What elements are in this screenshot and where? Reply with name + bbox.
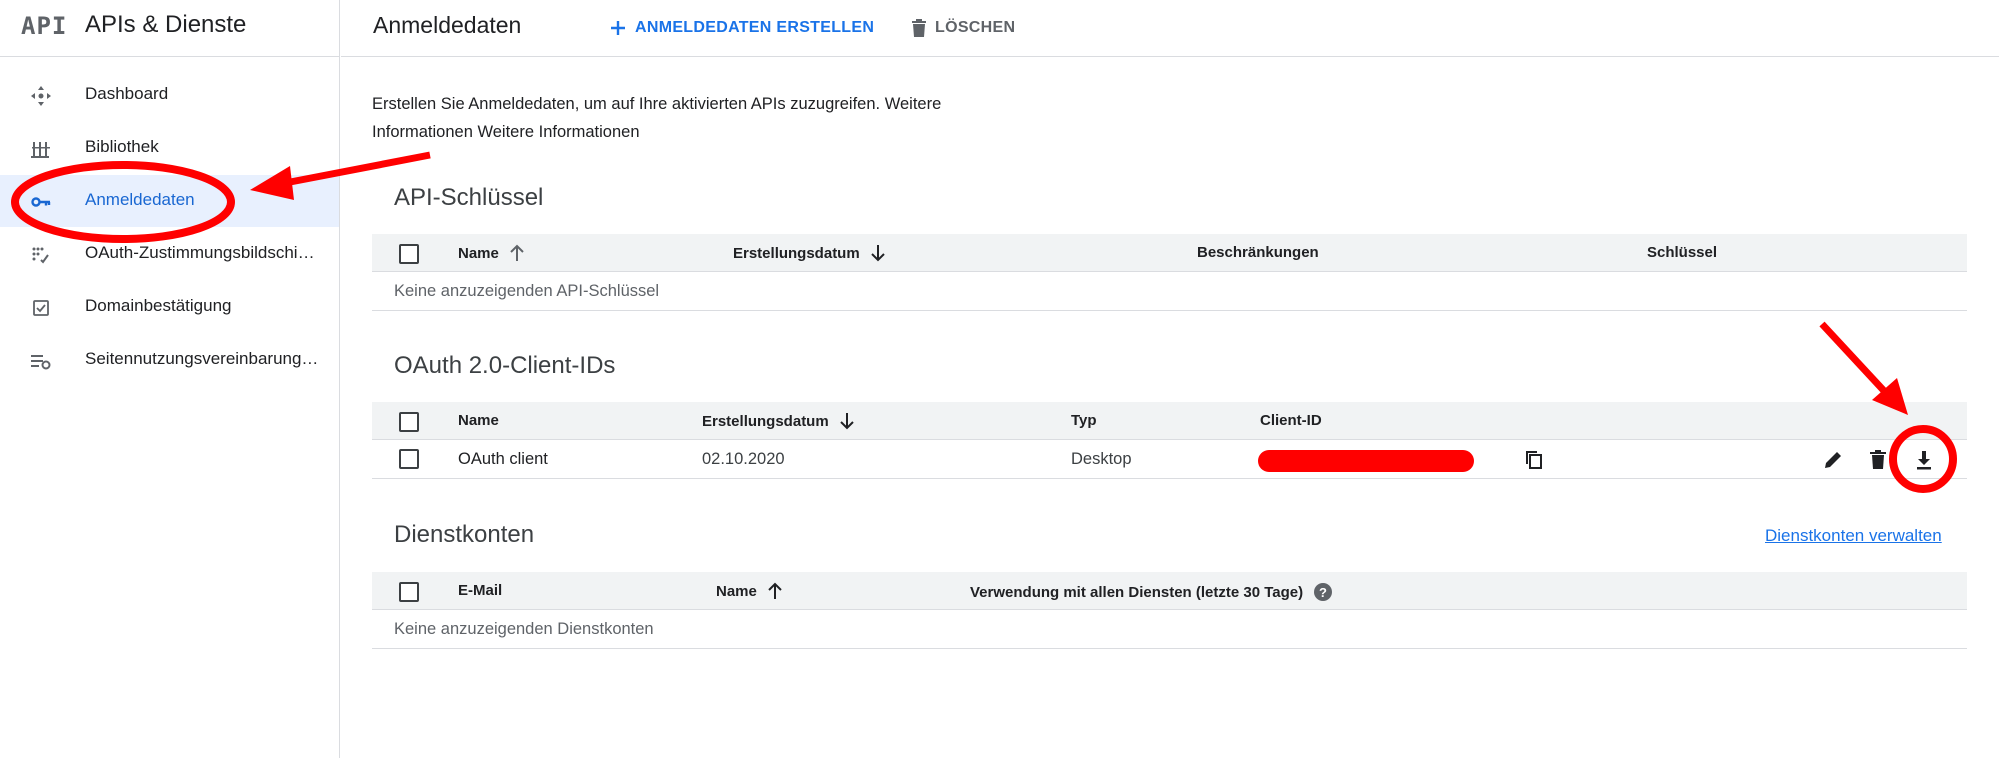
select-all-checkbox[interactable] [399,412,419,432]
column-header: Name [458,412,499,429]
table-row: Keine anzuzeigenden Dienstkonten [372,610,1967,649]
sidebar: API APIs & Dienste Dashboard Bibliothek … [0,0,340,758]
svg-text:?: ? [1319,585,1327,600]
settings-list-icon [30,350,52,372]
select-all-checkbox[interactable] [399,582,419,602]
service-accounts-title: Dienstkonten [394,521,535,548]
sidebar-item-label: Anmeldedaten [85,190,195,209]
sidebar-item-credentials[interactable]: Anmeldedaten [0,175,339,227]
column-header: Beschränkungen [1197,244,1319,261]
sidebar-item-label: OAuth-Zustimmungsbildschi… [85,243,315,262]
annotation-arrow-download [1819,321,1889,396]
trash-icon [912,19,926,37]
column-header: E-Mail [458,582,503,599]
library-icon [30,138,52,160]
arrow-down-icon [870,245,885,262]
sidebar-header: API APIs & Dienste [0,0,340,57]
row-checkbox[interactable] [399,449,419,469]
column-header[interactable]: Name [458,244,525,262]
creation-date: 02.10.2020 [702,450,785,468]
delete-icon[interactable] [1866,448,1890,472]
column-header[interactable]: Erstellungsdatum [702,412,855,430]
sidebar-item-label: Domainbestätigung [85,296,232,315]
oauth-table: Name Erstellungsdatum Typ Client-ID OAut… [372,402,1967,480]
column-header: Typ [1071,412,1097,429]
create-credentials-label: ANMELDEDATEN ERSTELLEN [635,19,875,36]
sidebar-item-oauth-consent[interactable]: OAuth-Zustimmungsbildschi… [0,228,339,280]
delete-label: LÖSCHEN [935,19,1016,36]
api-logo: API [21,12,68,40]
table-header: Name Erstellungsdatum Typ Client-ID [372,402,1967,440]
sidebar-item-label: Bibliothek [85,137,159,156]
empty-message: Keine anzuzeigenden API-Schlüssel [394,282,660,300]
sidebar-item-library[interactable]: Bibliothek [0,122,339,174]
table-header: Name Erstellungsdatum Beschränkungen Sch… [372,234,1967,272]
edit-icon[interactable] [1821,448,1845,472]
key-icon [30,191,52,213]
client-type: Desktop [1071,450,1132,468]
select-all-checkbox[interactable] [399,244,419,264]
table-row: Keine anzuzeigenden API-Schlüssel [372,272,1967,311]
api-keys-title: API-Schlüssel [394,184,544,211]
arrow-down-icon [839,413,854,430]
service-accounts-table: E-Mail Name Verwendung mit allen Dienste… [372,572,1967,650]
sidebar-item-label: Seitennutzungsvereinbarung… [85,349,319,368]
download-icon[interactable] [1912,448,1936,472]
sidebar-item-label: Dashboard [85,84,169,103]
checkbox-icon [30,297,52,319]
empty-message: Keine anzuzeigenden Dienstkonten [394,620,654,638]
copy-icon[interactable] [1522,448,1546,472]
delete-button[interactable]: LÖSCHEN [911,13,1015,43]
api-keys-table: Name Erstellungsdatum Beschränkungen Sch… [372,234,1967,312]
top-bar: Anmeldedaten ANMELDEDATEN ERSTELLEN LÖSC… [341,0,1999,57]
sidebar-item-page-usage[interactable]: Seitennutzungsvereinbarung… [0,334,339,386]
oauth-consent-icon [30,244,52,266]
sidebar-item-domain-verification[interactable]: Domainbestätigung [0,281,339,333]
column-header: Schlüssel [1647,244,1718,261]
column-header[interactable]: Name [716,582,783,600]
oauth-title: OAuth 2.0-Client-IDs [394,352,616,379]
dashboard-icon [30,85,52,107]
column-header: Verwendung mit allen Diensten (letzte 30… [970,582,1333,602]
intro-text: Erstellen Sie Anmeldedaten, um auf Ihre … [372,95,942,141]
arrow-up-icon [768,582,782,599]
sidebar-item-dashboard[interactable]: Dashboard [0,69,339,121]
redacted-client-id [1258,450,1474,472]
column-header: Client-ID [1260,412,1322,429]
manage-service-accounts-link[interactable]: Dienstkonten verwalten [1765,526,1942,546]
create-credentials-button[interactable]: ANMELDEDATEN ERSTELLEN [609,13,874,43]
column-header[interactable]: Erstellungsdatum [733,244,886,262]
client-name[interactable]: OAuth client [458,450,548,469]
help-icon[interactable]: ? [1313,582,1333,602]
table-header: E-Mail Name Verwendung mit allen Dienste… [372,572,1967,610]
plus-icon [611,21,625,35]
arrow-up-icon [510,244,524,261]
page-title: Anmeldedaten [373,12,522,38]
product-title[interactable]: APIs & Dienste [85,11,246,39]
table-row: OAuth client 02.10.2020 Desktop [372,440,1967,479]
